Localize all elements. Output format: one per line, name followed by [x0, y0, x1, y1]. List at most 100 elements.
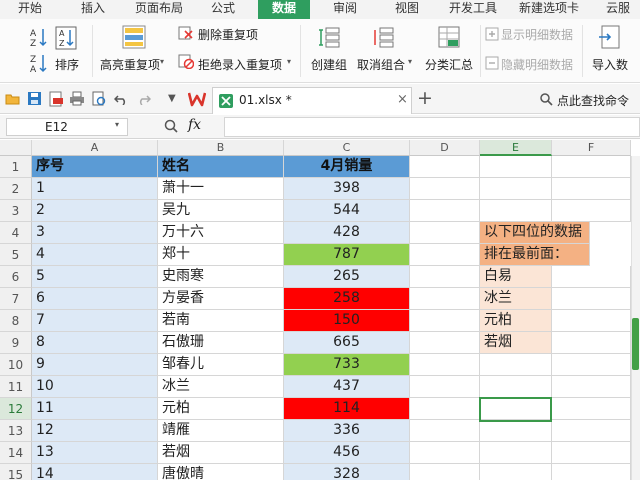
- empty-cell[interactable]: [552, 398, 631, 420]
- row-header-10[interactable]: 10: [0, 354, 32, 376]
- chevron-down-icon[interactable]: ▾: [408, 57, 412, 66]
- empty-cell[interactable]: [410, 288, 480, 310]
- tab-view[interactable]: 视图: [384, 0, 430, 19]
- table-cell-name[interactable]: 万十六: [158, 222, 284, 244]
- sort-icon[interactable]: A Z: [55, 26, 77, 50]
- table-cell-name[interactable]: 邹春儿: [158, 354, 284, 376]
- row-header-11[interactable]: 11: [0, 376, 32, 398]
- tab-cloud[interactable]: 云服: [596, 0, 640, 19]
- empty-cell[interactable]: [410, 354, 480, 376]
- row-header-7[interactable]: 7: [0, 288, 32, 310]
- table-cell-name[interactable]: 郑十: [158, 244, 284, 266]
- highlight-duplicates-icon[interactable]: [122, 25, 146, 49]
- column-header-c[interactable]: C: [284, 140, 410, 156]
- active-cell-e12[interactable]: [479, 397, 552, 422]
- row-header-13[interactable]: 13: [0, 420, 32, 442]
- table-cell-name[interactable]: 吴九: [158, 200, 284, 222]
- empty-cell[interactable]: [552, 420, 631, 442]
- sort-button[interactable]: 排序: [55, 56, 79, 73]
- table-cell-name[interactable]: 若南: [158, 310, 284, 332]
- zoom-icon[interactable]: [164, 119, 178, 133]
- empty-cell[interactable]: [410, 178, 480, 200]
- table-cell-index[interactable]: 13: [32, 442, 158, 464]
- table-cell-index[interactable]: 6: [32, 288, 158, 310]
- print-preview-icon[interactable]: [91, 91, 107, 107]
- show-detail-button[interactable]: 显示明细数据: [501, 26, 573, 43]
- table-cell-sales[interactable]: 328: [284, 464, 410, 480]
- tab-review[interactable]: 审阅: [322, 0, 368, 19]
- column-header-d[interactable]: D: [410, 140, 480, 156]
- empty-cell[interactable]: [552, 310, 631, 332]
- row-header-12[interactable]: 12: [0, 398, 32, 420]
- show-detail-icon[interactable]: [485, 27, 499, 41]
- table-cell-name[interactable]: 萧十一: [158, 178, 284, 200]
- print-icon[interactable]: [69, 91, 85, 106]
- note-line[interactable]: 排在最前面：: [480, 244, 590, 266]
- empty-cell[interactable]: [552, 156, 631, 178]
- table-header-index[interactable]: 序号: [32, 156, 158, 178]
- row-header-3[interactable]: 3: [0, 200, 32, 222]
- table-cell-index[interactable]: 8: [32, 332, 158, 354]
- tab-formulas[interactable]: 公式: [200, 0, 246, 19]
- row-header-14[interactable]: 14: [0, 442, 32, 464]
- empty-cell[interactable]: [410, 244, 480, 266]
- hide-detail-button[interactable]: 隐藏明细数据: [501, 56, 573, 73]
- table-header-sales[interactable]: 4月销量: [284, 156, 410, 178]
- reject-duplicates-button[interactable]: 拒绝录入重复项: [198, 56, 282, 73]
- empty-cell[interactable]: [552, 332, 631, 354]
- name-box[interactable]: E12: [6, 118, 128, 136]
- column-header-b[interactable]: B: [158, 140, 284, 156]
- redo-icon[interactable]: [137, 92, 151, 105]
- table-cell-name[interactable]: 靖雁: [158, 420, 284, 442]
- find-command-field[interactable]: 点此查找命令: [557, 92, 629, 109]
- table-cell-index[interactable]: 5: [32, 266, 158, 288]
- empty-cell[interactable]: [552, 266, 631, 288]
- delete-duplicates-icon[interactable]: [178, 25, 194, 41]
- sort-descending-icon[interactable]: Z A: [30, 53, 48, 73]
- empty-cell[interactable]: [480, 178, 552, 200]
- empty-cell[interactable]: [410, 200, 480, 222]
- empty-cell[interactable]: [410, 376, 480, 398]
- empty-cell[interactable]: [410, 332, 480, 354]
- column-header-e[interactable]: E: [480, 140, 552, 156]
- table-cell-sales[interactable]: 265: [284, 266, 410, 288]
- empty-cell[interactable]: [410, 266, 480, 288]
- table-cell-sales[interactable]: 114: [284, 398, 410, 420]
- empty-cell[interactable]: [552, 354, 631, 376]
- table-cell-name[interactable]: 冰兰: [158, 376, 284, 398]
- row-header-8[interactable]: 8: [0, 310, 32, 332]
- search-icon[interactable]: [540, 93, 553, 106]
- row-header-9[interactable]: 9: [0, 332, 32, 354]
- formula-input[interactable]: [224, 117, 640, 137]
- table-cell-index[interactable]: 10: [32, 376, 158, 398]
- subtotal-icon[interactable]: [437, 25, 461, 49]
- tab-home[interactable]: 开始: [6, 0, 54, 19]
- empty-cell[interactable]: [410, 310, 480, 332]
- table-cell-index[interactable]: 14: [32, 464, 158, 480]
- table-cell-sales[interactable]: 428: [284, 222, 410, 244]
- table-header-name[interactable]: 姓名: [158, 156, 284, 178]
- row-header-15[interactable]: 15: [0, 464, 32, 480]
- sort-ascending-icon[interactable]: A Z: [30, 27, 48, 47]
- save-icon[interactable]: [27, 91, 42, 106]
- create-group-button[interactable]: 创建组: [311, 56, 347, 73]
- export-pdf-icon[interactable]: [48, 91, 64, 107]
- delete-duplicates-button[interactable]: 删除重复项: [198, 26, 258, 43]
- empty-cell[interactable]: [552, 464, 631, 480]
- file-tab[interactable]: 01.xlsx * ×: [212, 87, 412, 114]
- table-cell-sales[interactable]: 733: [284, 354, 410, 376]
- column-header-a[interactable]: A: [32, 140, 158, 156]
- empty-cell[interactable]: [480, 420, 552, 442]
- close-tab-icon[interactable]: ×: [397, 92, 408, 107]
- table-cell-index[interactable]: 2: [32, 200, 158, 222]
- empty-cell[interactable]: [552, 288, 631, 310]
- wps-logo-icon[interactable]: [188, 91, 206, 107]
- table-cell-name[interactable]: 史雨寒: [158, 266, 284, 288]
- table-cell-index[interactable]: 9: [32, 354, 158, 376]
- table-cell-sales[interactable]: 456: [284, 442, 410, 464]
- row-header-5[interactable]: 5: [0, 244, 32, 266]
- name-box-chevron-icon[interactable]: ▾: [115, 120, 119, 129]
- table-cell-name[interactable]: 石傲珊: [158, 332, 284, 354]
- tab-developer[interactable]: 开发工具: [442, 0, 504, 19]
- empty-cell[interactable]: [410, 442, 480, 464]
